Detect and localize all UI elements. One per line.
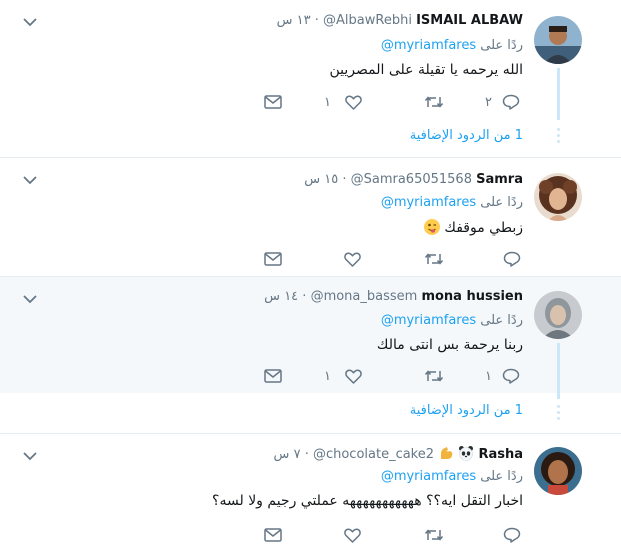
message-button[interactable]	[264, 367, 282, 385]
user-handle[interactable]: @chocolate_cake2	[313, 447, 434, 462]
panda-face-icon	[458, 445, 474, 461]
heart-icon	[344, 528, 361, 543]
reply-icon	[503, 527, 521, 543]
mention-link[interactable]: @myriamfares	[381, 195, 476, 210]
tweet-1[interactable]: ١٣ س · @AlbawRebhi ISMAIL ALBAW ردًا على…	[0, 0, 621, 157]
like-button[interactable]: ١	[324, 93, 362, 111]
mention-link[interactable]: @myriamfares	[381, 313, 476, 328]
more-replies-link[interactable]: 1 من الردود الإضافية	[410, 128, 523, 143]
avatar[interactable]	[534, 173, 582, 221]
reply-context: ردًا على @myriamfares	[381, 469, 523, 484]
avatar[interactable]	[534, 291, 582, 339]
reply-icon	[502, 368, 520, 384]
chevron-down-icon[interactable]	[22, 174, 38, 186]
user-name[interactable]: Samra	[476, 172, 523, 187]
tweet-text: زبطي موقفك	[423, 219, 523, 236]
user-name[interactable]: Rasha	[478, 447, 523, 462]
more-replies-link[interactable]: 1 من الردود الإضافية	[410, 403, 523, 418]
retweet-button[interactable]	[424, 367, 444, 385]
reply-icon	[503, 251, 521, 267]
retweet-icon	[424, 253, 444, 265]
avatar[interactable]	[534, 16, 582, 64]
reply-button[interactable]	[503, 526, 521, 544]
chevron-down-icon[interactable]	[22, 16, 38, 28]
reply-label: ردًا على	[480, 469, 523, 484]
like-count: ١	[324, 94, 331, 110]
chevron-down-icon[interactable]	[22, 450, 38, 462]
thread-line	[557, 343, 560, 393]
thread-dots	[557, 405, 560, 423]
chevron-down-icon[interactable]	[22, 293, 38, 305]
mention-link[interactable]: @myriamfares	[381, 469, 476, 484]
envelope-icon	[264, 252, 282, 266]
thread-dots	[557, 128, 560, 146]
envelope-icon	[264, 528, 282, 542]
heart-icon	[344, 252, 361, 267]
retweet-button[interactable]	[424, 250, 444, 268]
reply-count: ٢	[485, 94, 492, 110]
envelope-icon	[264, 95, 282, 109]
tweet-text: ربنا يرحمة بس انتى مالك	[376, 337, 523, 353]
like-button[interactable]: ١	[324, 367, 362, 385]
reply-context: ردًا على @myriamfares	[381, 38, 523, 53]
reply-button[interactable]: ٢	[485, 93, 520, 111]
tweet-2[interactable]: ١٥ س · @Samra65051568 Samra ردًا على @my…	[0, 158, 621, 276]
tweet-3[interactable]: ١٤ س · @mona_bassem mona hussien ردًا عل…	[0, 277, 621, 393]
message-button[interactable]	[264, 250, 282, 268]
more-replies-row[interactable]: 1 من الردود الإضافية	[0, 393, 621, 433]
timestamp[interactable]: ١٤ س	[264, 289, 298, 304]
tweet-4[interactable]: ٧ س · @chocolate_cake2 Rasha ردًا على @m…	[0, 434, 621, 552]
reply-icon	[502, 94, 520, 110]
heart-icon	[345, 369, 362, 384]
timestamp[interactable]: ١٥ س	[304, 172, 338, 187]
message-button[interactable]	[264, 526, 282, 544]
tweet-header: ١٣ س · @AlbawRebhi ISMAIL ALBAW	[276, 13, 523, 28]
tweet-header: ١٥ س · @Samra65051568 Samra	[304, 172, 523, 187]
retweet-icon	[424, 529, 444, 541]
retweet-icon	[424, 370, 444, 382]
winking-face-tongue-icon	[423, 219, 440, 235]
user-handle[interactable]: @Samra65051568	[351, 172, 472, 187]
thread-line	[557, 393, 560, 399]
reply-count: ١	[485, 368, 492, 384]
flexed-biceps-icon	[438, 445, 454, 461]
tweet-text: الله يرحمه يا تقيلة على المصريين	[329, 62, 523, 78]
tweet-header: ٧ س · @chocolate_cake2 Rasha	[273, 445, 523, 462]
timestamp[interactable]: ٧ س	[274, 447, 301, 462]
like-button[interactable]	[344, 250, 361, 268]
reply-label: ردًا على	[480, 195, 523, 210]
reply-button[interactable]: ١	[485, 367, 520, 385]
retweet-icon	[424, 96, 444, 108]
envelope-icon	[264, 369, 282, 383]
user-name[interactable]: mona hussien	[421, 289, 523, 304]
reply-label: ردًا على	[480, 38, 523, 53]
retweet-button[interactable]	[424, 93, 444, 111]
like-count: ١	[324, 368, 331, 384]
reply-context: ردًا على @myriamfares	[381, 313, 523, 328]
tweet-header: ١٤ س · @mona_bassem mona hussien	[264, 289, 523, 304]
tweet-text: اخبار التقل ايه؟؟ هههههههههههه عملتي رجي…	[212, 493, 523, 509]
retweet-button[interactable]	[424, 526, 444, 544]
heart-icon	[345, 95, 362, 110]
message-button[interactable]	[264, 93, 282, 111]
tweet-text-content: زبطي موقفك	[444, 220, 523, 236]
user-handle[interactable]: @mona_bassem	[311, 289, 418, 304]
reply-button[interactable]	[503, 250, 521, 268]
like-button[interactable]	[344, 526, 361, 544]
mention-link[interactable]: @myriamfares	[381, 38, 476, 53]
avatar[interactable]	[534, 447, 582, 495]
reply-label: ردًا على	[480, 313, 523, 328]
user-name[interactable]: ISMAIL ALBAW	[416, 13, 523, 28]
thread-line	[557, 68, 560, 120]
reply-context: ردًا على @myriamfares	[381, 195, 523, 210]
timestamp[interactable]: ١٣ س	[277, 13, 311, 28]
user-handle[interactable]: @AlbawRebhi	[323, 13, 412, 28]
